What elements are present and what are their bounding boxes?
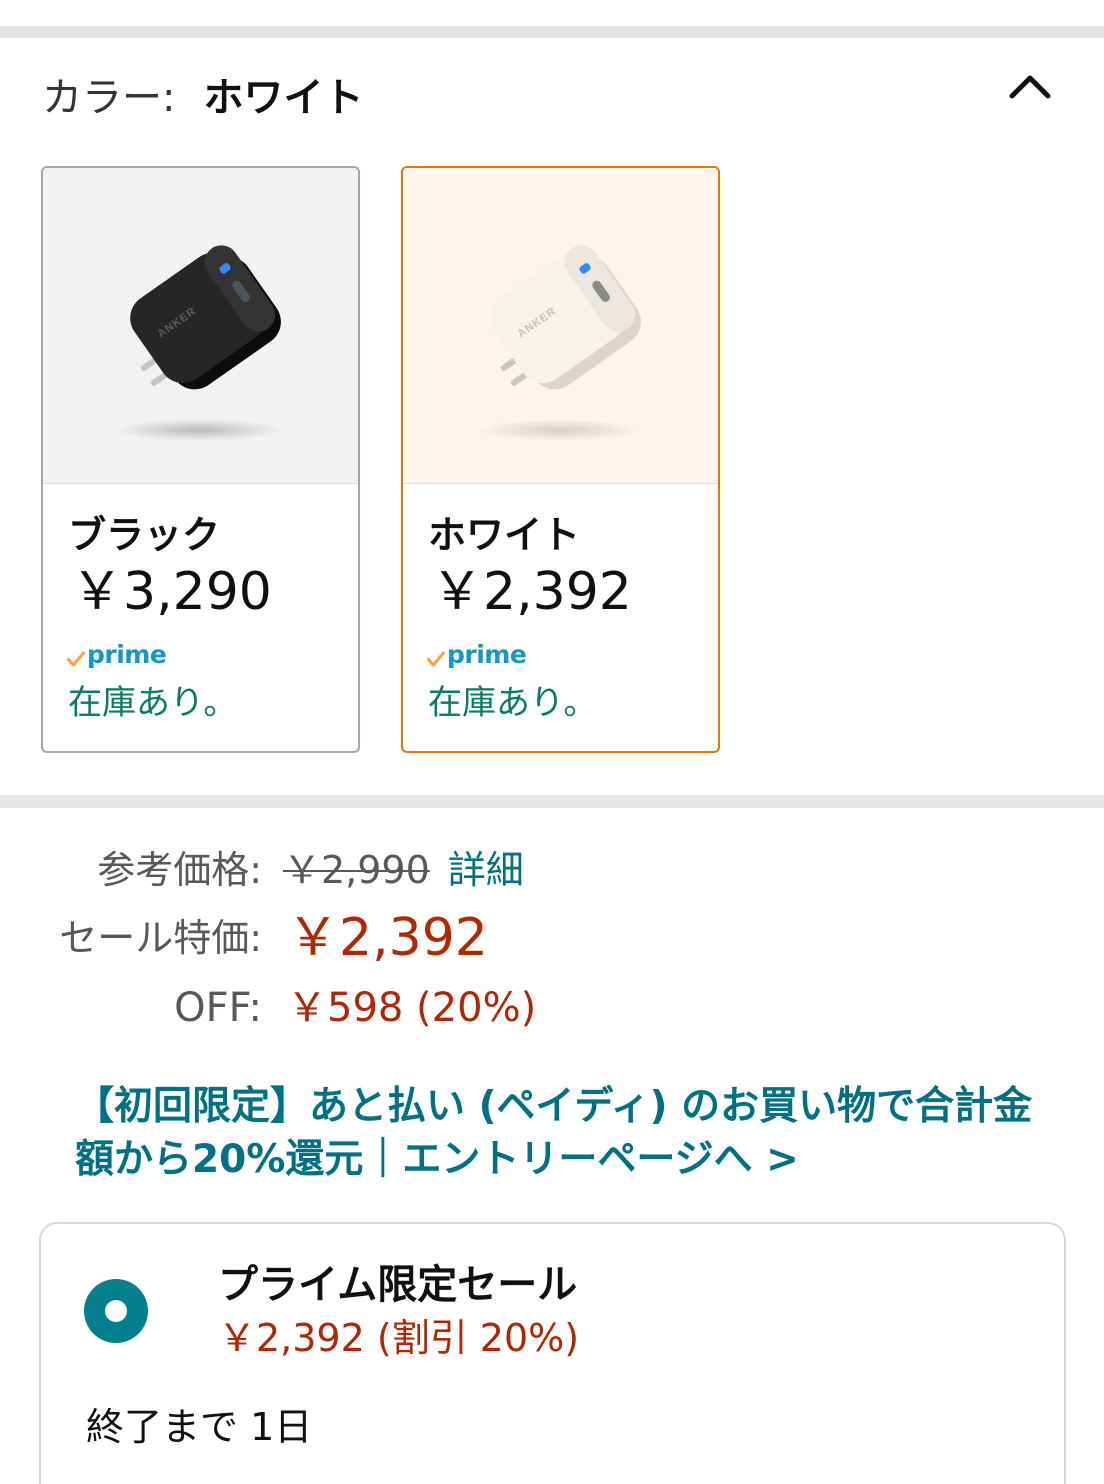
radio-inner-dot (105, 1300, 127, 1322)
swatch-color-name: ホワイト (428, 513, 581, 557)
prime-deal-option[interactable]: プライム限定セール ￥2,392 (割引 20%) 終了まで 1日 (39, 1222, 1066, 1484)
section-divider (0, 795, 1104, 808)
prime-check-icon (426, 650, 446, 667)
swatch-black[interactable]: ANKER ブラック ￥3,290 prime 在庫あり。 (41, 166, 360, 753)
stock-status: 在庫あり。 (68, 683, 238, 723)
discount-row: OFF: ￥598 (20%) (0, 982, 1104, 1034)
discount-label: OFF: (174, 985, 262, 1031)
list-price-label: 参考価格: (97, 848, 262, 892)
deal-title: プライム限定セール (218, 1262, 578, 1308)
list-price-row: 参考価格: ￥2,990 詳細 (0, 846, 1104, 894)
stock-status: 在庫あり。 (428, 683, 598, 723)
discount-value: ￥598 (20%) (287, 985, 537, 1031)
color-selector-header: カラー: ホワイト (42, 72, 363, 124)
charger-product-image: ANKER (477, 245, 641, 441)
selected-color-name: ホワイト (203, 75, 364, 121)
sale-price-row: セール特価: ￥2,392 (0, 907, 1104, 969)
top-divider (0, 26, 1104, 38)
swatch-price: ￥3,290 (71, 562, 272, 622)
product-shadow (477, 419, 641, 441)
sale-price-label: セール特価: (59, 916, 262, 960)
prime-badge: prime (66, 639, 167, 671)
color-label: カラー: (42, 75, 176, 121)
swatch-white[interactable]: ANKER ホワイト ￥2,392 prime 在庫あり。 (401, 166, 720, 753)
prime-badge: prime (426, 639, 527, 671)
sale-price-value: ￥2,392 (287, 908, 488, 968)
radio-selected-icon[interactable] (84, 1279, 148, 1343)
product-page: カラー: ホワイト ANKER ブラック ￥3,290 prime 在庫あり。 … (0, 0, 1104, 1484)
prime-check-icon (66, 650, 86, 667)
deal-price: ￥2,392 (割引 20%) (218, 1316, 580, 1360)
deal-time-remaining: 終了まで 1日 (86, 1405, 313, 1449)
swatch-color-name: ブラック (68, 513, 221, 557)
product-shadow (117, 419, 281, 441)
prime-label: prime (447, 640, 527, 669)
list-price-value: ￥2,990 (283, 848, 430, 892)
prime-label: prime (87, 640, 167, 669)
swatch-price: ￥2,392 (431, 562, 632, 622)
swatch-image: ANKER (403, 168, 718, 484)
swatch-image: ANKER (43, 168, 358, 484)
charger-product-image: ANKER (117, 245, 281, 441)
list-price-values: ￥2,990 詳細 (283, 846, 524, 894)
chevron-up-icon[interactable] (1006, 68, 1054, 104)
paidy-promo-link[interactable]: 【初回限定】あと払い (ペイディ) のお買い物で合計金額から20%還元｜エントリ… (75, 1080, 1050, 1186)
price-details-link[interactable]: 詳細 (448, 846, 524, 894)
